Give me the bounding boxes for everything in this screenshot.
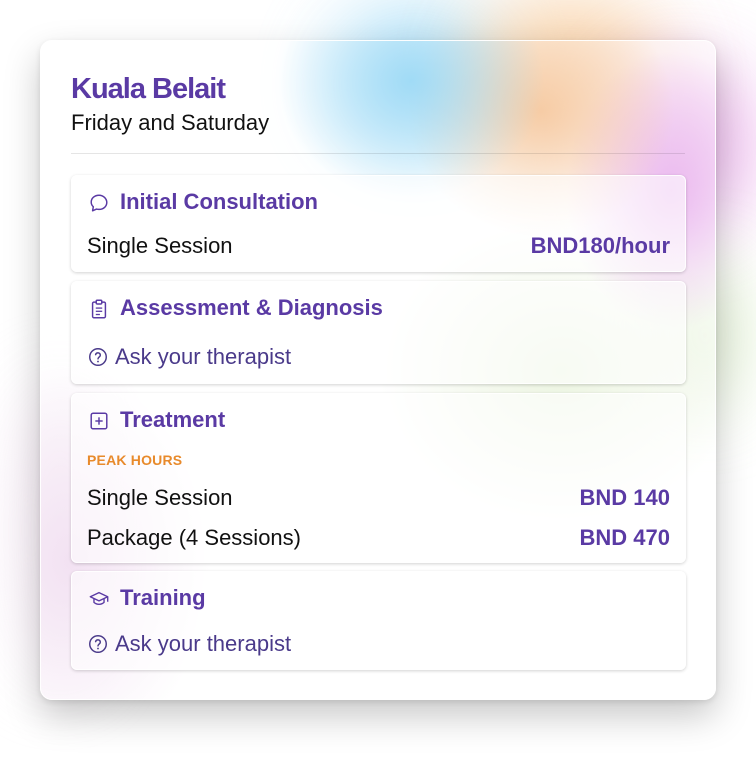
section-treatment: Treatment PEAK HOURS Single Session BND …	[71, 393, 686, 563]
section-title: Treatment	[120, 407, 226, 432]
ask-therapist-note: Ask your therapist	[87, 343, 291, 371]
graduation-cap-icon	[89, 591, 109, 606]
plus-square-icon	[90, 412, 108, 430]
ask-therapist-note: Ask your therapist	[87, 630, 291, 658]
clipboard-icon	[91, 299, 107, 319]
header-divider	[71, 153, 685, 154]
schedule-days: Friday and Saturday	[71, 110, 270, 135]
price-row-value: BND 470	[579, 525, 670, 550]
ask-therapist-text: Ask your therapist	[115, 344, 292, 369]
price-row-label: Single Session	[87, 485, 233, 510]
ask-therapist-text: Ask your therapist	[115, 631, 292, 656]
location-title: Kuala Belait	[71, 73, 226, 105]
section-title: Initial Consultation	[120, 189, 318, 214]
section-title: Assessment & Diagnosis	[120, 295, 383, 320]
peak-hours-tag: PEAK HOURS	[87, 452, 183, 468]
price-row: Single Session BND 140	[87, 484, 670, 512]
price-row-label: Single Session	[87, 233, 233, 258]
question-circle-icon	[89, 635, 107, 653]
section-training: Training Ask your therapist	[71, 571, 686, 670]
section-assessment-diagnosis: Assessment & Diagnosis Ask your therapis…	[71, 281, 686, 384]
section-title: Training	[120, 585, 206, 610]
price-row-value: BND180/hour	[530, 233, 670, 258]
price-row-label: Package (4 Sessions)	[87, 525, 301, 550]
price-row: Single Session BND180/hour	[87, 232, 670, 260]
section-initial-consultation: Initial Consultation Single Session BND1…	[71, 175, 686, 272]
chat-bubble-icon	[90, 194, 108, 212]
card-header: Kuala Belait Friday and Saturday	[71, 71, 269, 137]
price-row: Package (4 Sessions) BND 470	[87, 524, 670, 552]
question-circle-icon	[89, 348, 107, 366]
price-row-value: BND 140	[579, 485, 670, 510]
pricing-card: Kuala Belait Friday and Saturday Initial…	[40, 40, 716, 700]
